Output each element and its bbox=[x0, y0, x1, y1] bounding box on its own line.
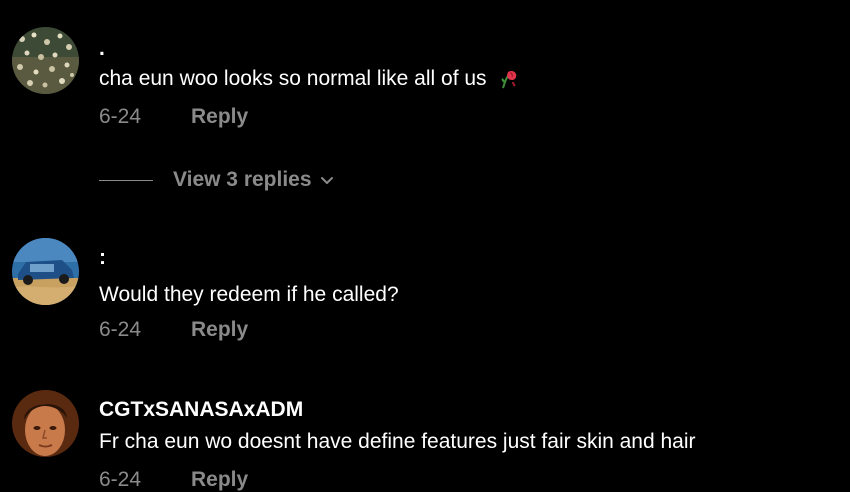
comment-text-content: Would they redeem if he called? bbox=[99, 283, 399, 306]
view-replies-label: View 3 replies bbox=[173, 168, 312, 191]
comment-date: 6-24 bbox=[99, 468, 142, 491]
avatar[interactable] bbox=[12, 27, 79, 94]
comment-text: cha eun woo looks so normal like all of … bbox=[99, 67, 519, 91]
comment-meta: 6-24 Reply bbox=[99, 468, 248, 492]
comment-meta: 6-24 Reply bbox=[99, 318, 248, 342]
reply-button[interactable]: Reply bbox=[191, 105, 248, 129]
reply-button[interactable]: Reply bbox=[191, 318, 248, 342]
comment-date: 6-24 bbox=[99, 105, 142, 128]
car-avatar bbox=[12, 238, 79, 305]
comment-username[interactable]: . bbox=[99, 37, 105, 61]
comment-date: 6-24 bbox=[99, 318, 142, 341]
flower-field-avatar bbox=[12, 27, 79, 94]
comment-meta: 6-24 Reply bbox=[99, 105, 248, 129]
chevron-down-icon bbox=[320, 177, 333, 184]
avatar[interactable] bbox=[12, 238, 79, 305]
comment-text: Would they redeem if he called? bbox=[99, 283, 399, 307]
wilted-rose-icon bbox=[497, 68, 519, 90]
comment-text-content: cha eun woo looks so normal like all of … bbox=[99, 67, 487, 90]
comment-username[interactable]: : bbox=[99, 246, 106, 270]
divider-line bbox=[99, 179, 153, 181]
comment-text-content: Fr cha eun wo doesnt have define feature… bbox=[99, 430, 696, 453]
view-replies-button[interactable]: View 3 replies bbox=[99, 168, 334, 192]
reply-button[interactable]: Reply bbox=[191, 468, 248, 492]
comment-username[interactable]: CGTxSANASAxADM bbox=[99, 398, 303, 422]
avatar[interactable] bbox=[12, 390, 79, 457]
face-avatar bbox=[12, 390, 79, 457]
comment-text: Fr cha eun wo doesnt have define feature… bbox=[99, 430, 696, 454]
